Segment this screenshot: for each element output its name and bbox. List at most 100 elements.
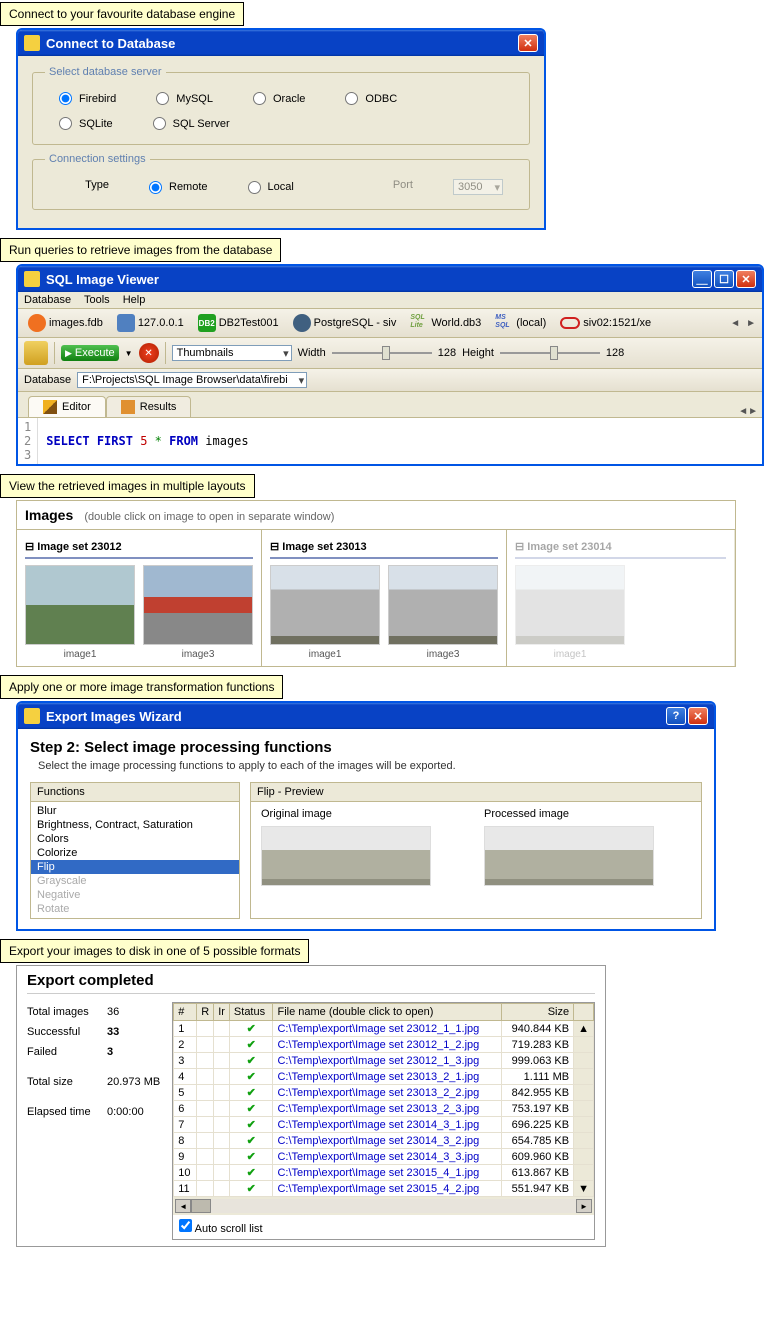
execute-button[interactable]: Execute bbox=[61, 345, 119, 361]
table-row[interactable]: 11✔C:\Temp\export\Image set 23015_4_2.jp… bbox=[174, 1181, 594, 1197]
tab-nav-left-icon[interactable]: ◄ bbox=[738, 406, 748, 417]
collapse-icon[interactable]: ⊟ bbox=[515, 541, 524, 553]
file-link[interactable]: C:\Temp\export\Image set 23014_3_1.jpg bbox=[277, 1119, 479, 1131]
conn-sqlite[interactable]: SQLLiteWorld.db3 bbox=[406, 312, 485, 334]
scroll-left-icon[interactable]: ◄ bbox=[175, 1199, 191, 1213]
radio-local[interactable]: Local bbox=[248, 179, 294, 195]
wizard-title: Export Images Wizard bbox=[46, 709, 182, 724]
file-link[interactable]: C:\Temp\export\Image set 23015_4_2.jpg bbox=[277, 1183, 479, 1195]
tab-editor[interactable]: Editor bbox=[28, 396, 106, 417]
col-r[interactable]: R bbox=[197, 1004, 214, 1021]
radio-remote[interactable]: Remote bbox=[149, 179, 208, 195]
table-row[interactable]: 10✔C:\Temp\export\Image set 23015_4_1.jp… bbox=[174, 1165, 594, 1181]
view-mode-combo[interactable]: Thumbnails bbox=[172, 345, 292, 361]
conn-db2[interactable]: DB2DB2Test001 bbox=[194, 312, 283, 334]
radio-oracle[interactable]: Oracle bbox=[253, 92, 305, 105]
table-row[interactable]: 7✔C:\Temp\export\Image set 23014_3_1.jpg… bbox=[174, 1117, 594, 1133]
horizontal-scrollbar[interactable]: ◄ ► bbox=[173, 1197, 594, 1215]
table-row[interactable]: 2✔C:\Temp\export\Image set 23012_1_2.jpg… bbox=[174, 1037, 594, 1053]
close-icon[interactable]: ✕ bbox=[518, 34, 538, 52]
table-row[interactable]: 4✔C:\Temp\export\Image set 23013_2_1.jpg… bbox=[174, 1069, 594, 1085]
menu-tools[interactable]: Tools bbox=[84, 294, 110, 306]
function-item[interactable]: Colors bbox=[31, 832, 239, 846]
col-status[interactable]: Status bbox=[229, 1004, 273, 1021]
check-icon: ✔ bbox=[229, 1149, 273, 1165]
col-size[interactable]: Size bbox=[502, 1004, 574, 1021]
nav-left-icon[interactable]: ◄ bbox=[730, 318, 740, 329]
check-icon: ✔ bbox=[229, 1101, 273, 1117]
thumbnail[interactable] bbox=[143, 565, 253, 645]
tab-results[interactable]: Results bbox=[106, 396, 192, 417]
nav-right-icon[interactable]: ► bbox=[746, 318, 756, 329]
conn-mssql[interactable]: MSSQL(local) bbox=[491, 312, 550, 334]
radio-mysql[interactable]: MySQL bbox=[156, 92, 213, 105]
file-link[interactable]: C:\Temp\export\Image set 23012_1_1.jpg bbox=[277, 1023, 479, 1035]
col-file[interactable]: File name (double click to open) bbox=[273, 1004, 502, 1021]
table-row[interactable]: 8✔C:\Temp\export\Image set 23014_3_2.jpg… bbox=[174, 1133, 594, 1149]
thumbnail[interactable] bbox=[388, 565, 498, 645]
file-link[interactable]: C:\Temp\export\Image set 23012_1_3.jpg bbox=[277, 1055, 479, 1067]
scroll-right-icon[interactable]: ► bbox=[576, 1199, 592, 1213]
callout-transform: Apply one or more image transformation f… bbox=[0, 675, 283, 699]
help-icon[interactable]: ? bbox=[666, 707, 686, 725]
file-link[interactable]: C:\Temp\export\Image set 23014_3_2.jpg bbox=[277, 1135, 479, 1147]
conn-imagesfdb[interactable]: images.fdb bbox=[24, 312, 107, 334]
file-link[interactable]: C:\Temp\export\Image set 23012_1_2.jpg bbox=[277, 1039, 479, 1051]
col-num[interactable]: # bbox=[174, 1004, 197, 1021]
height-slider[interactable] bbox=[500, 352, 600, 354]
database-label: Database bbox=[24, 374, 71, 386]
table-row[interactable]: 6✔C:\Temp\export\Image set 23013_2_3.jpg… bbox=[174, 1101, 594, 1117]
thumbnail[interactable] bbox=[25, 565, 135, 645]
conn-postgres[interactable]: PostgreSQL - siv bbox=[289, 312, 401, 334]
collapse-icon[interactable]: ⊟ bbox=[270, 541, 279, 553]
sql-editor[interactable]: 123 SELECT FIRST 5 * FROM images bbox=[18, 418, 762, 464]
maximize-icon[interactable]: ☐ bbox=[714, 270, 734, 288]
function-item[interactable]: Grayscale bbox=[31, 874, 239, 888]
table-row[interactable]: 3✔C:\Temp\export\Image set 23012_1_3.jpg… bbox=[174, 1053, 594, 1069]
width-slider[interactable] bbox=[332, 352, 432, 354]
autoscroll-checkbox[interactable]: Auto scroll list bbox=[179, 1223, 262, 1235]
function-item[interactable]: Rotate bbox=[31, 902, 239, 916]
save-icon[interactable] bbox=[24, 341, 48, 365]
function-item[interactable]: Brightness, Contract, Saturation bbox=[31, 818, 239, 832]
viewer-titlebar[interactable]: SQL Image Viewer ＿ ☐ ✕ bbox=[18, 266, 762, 292]
menu-database[interactable]: Database bbox=[24, 294, 71, 306]
radio-firebird[interactable]: Firebird bbox=[59, 92, 116, 105]
close-icon[interactable]: ✕ bbox=[736, 270, 756, 288]
minimize-icon[interactable]: ＿ bbox=[692, 270, 712, 288]
close-icon[interactable]: ✕ bbox=[688, 707, 708, 725]
table-row[interactable]: 1✔C:\Temp\export\Image set 23012_1_1.jpg… bbox=[174, 1021, 594, 1037]
file-link[interactable]: C:\Temp\export\Image set 23013_2_3.jpg bbox=[277, 1103, 479, 1115]
thumbnail[interactable] bbox=[270, 565, 380, 645]
thumbnail[interactable] bbox=[515, 565, 625, 645]
radio-sqlserver[interactable]: SQL Server bbox=[153, 117, 230, 130]
table-row[interactable]: 9✔C:\Temp\export\Image set 23014_3_3.jpg… bbox=[174, 1149, 594, 1165]
function-item[interactable]: Flip bbox=[31, 860, 239, 874]
file-link[interactable]: C:\Temp\export\Image set 23015_4_1.jpg bbox=[277, 1167, 479, 1179]
table-row[interactable]: 5✔C:\Temp\export\Image set 23013_2_2.jpg… bbox=[174, 1085, 594, 1101]
conn-localhost[interactable]: 127.0.0.1 bbox=[113, 312, 188, 334]
radio-odbc[interactable]: ODBC bbox=[345, 92, 397, 105]
collapse-icon[interactable]: ⊟ bbox=[25, 541, 34, 553]
connect-titlebar[interactable]: Connect to Database ✕ bbox=[18, 30, 544, 56]
menu-help[interactable]: Help bbox=[123, 294, 146, 306]
viewer-title: SQL Image Viewer bbox=[46, 272, 159, 287]
connection-settings-legend: Connection settings bbox=[45, 153, 150, 165]
port-input[interactable]: 3050 bbox=[453, 179, 503, 195]
stop-button[interactable]: ✕ bbox=[139, 343, 159, 363]
file-link[interactable]: C:\Temp\export\Image set 23013_2_2.jpg bbox=[277, 1087, 479, 1099]
function-item[interactable]: Negative bbox=[31, 888, 239, 902]
database-path-combo[interactable]: F:\Projects\SQL Image Browser\data\fireb… bbox=[77, 372, 307, 388]
conn-oracle[interactable]: siv02:1521/xe bbox=[556, 315, 655, 331]
width-label: Width bbox=[298, 347, 326, 359]
radio-sqlite[interactable]: SQLite bbox=[59, 117, 113, 130]
file-link[interactable]: C:\Temp\export\Image set 23014_3_3.jpg bbox=[277, 1151, 479, 1163]
tab-nav-right-icon[interactable]: ► bbox=[748, 406, 758, 417]
file-link[interactable]: C:\Temp\export\Image set 23013_2_1.jpg bbox=[277, 1071, 479, 1083]
select-server-legend: Select database server bbox=[45, 66, 166, 78]
height-label: Height bbox=[462, 347, 494, 359]
function-item[interactable]: Colorize bbox=[31, 846, 239, 860]
wizard-titlebar[interactable]: Export Images Wizard ? ✕ bbox=[18, 703, 714, 729]
function-item[interactable]: Blur bbox=[31, 804, 239, 818]
col-ir[interactable]: Ir bbox=[214, 1004, 230, 1021]
